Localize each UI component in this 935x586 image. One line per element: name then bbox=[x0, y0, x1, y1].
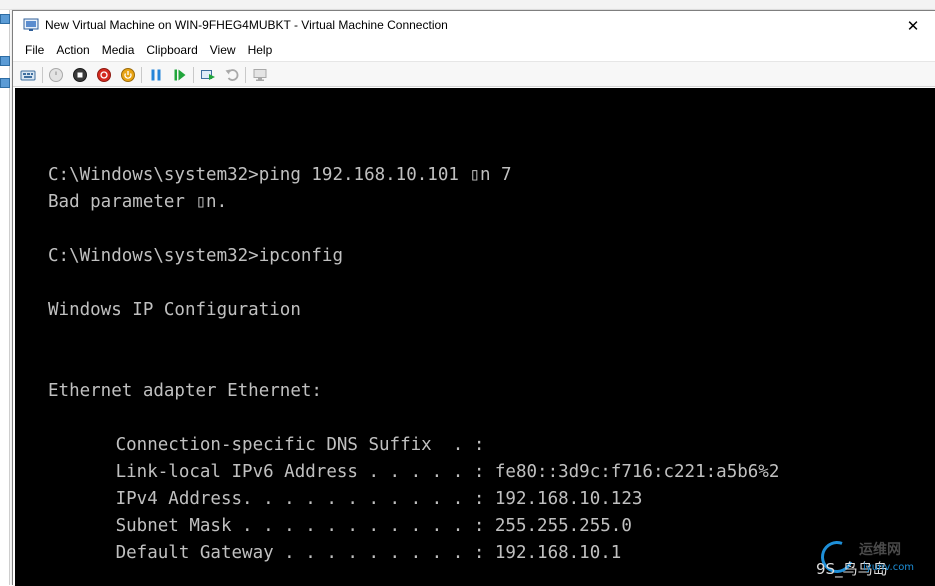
reset-button[interactable] bbox=[171, 66, 189, 84]
menu-file[interactable]: File bbox=[19, 40, 50, 61]
turn-off-icon bbox=[73, 68, 87, 82]
start-icon bbox=[49, 68, 63, 82]
toolbar-separator bbox=[42, 67, 43, 83]
console-line: Bad parameter ▯n. bbox=[48, 192, 228, 212]
menu-view[interactable]: View bbox=[204, 40, 242, 61]
background-icon bbox=[0, 56, 10, 66]
enhanced-session-icon bbox=[253, 69, 267, 81]
toolbar bbox=[13, 61, 935, 87]
ctrl-alt-del-icon bbox=[20, 70, 36, 81]
watermark-text: 运维网 bbox=[859, 542, 901, 558]
pause-icon bbox=[151, 69, 161, 81]
menu-media[interactable]: Media bbox=[96, 40, 141, 61]
menu-action[interactable]: Action bbox=[50, 40, 95, 61]
console-line: Default Gateway . . . . . . . . . : 192.… bbox=[84, 543, 622, 563]
menu-clipboard[interactable]: Clipboard bbox=[140, 40, 203, 61]
title-bar[interactable]: New Virtual Machine on WIN-9FHEG4MUBKT -… bbox=[13, 11, 935, 40]
toolbar-separator bbox=[245, 67, 246, 83]
window-title: New Virtual Machine on WIN-9FHEG4MUBKT -… bbox=[45, 18, 448, 32]
close-button[interactable]: ✕ bbox=[890, 11, 935, 40]
enhanced-session-button[interactable] bbox=[251, 66, 269, 84]
revert-button[interactable] bbox=[223, 66, 241, 84]
background-icon bbox=[0, 78, 10, 88]
toolbar-separator bbox=[141, 67, 142, 83]
shut-down-button[interactable] bbox=[95, 66, 113, 84]
save-button[interactable] bbox=[119, 66, 137, 84]
console-line: C:\Windows\system32>ipconfig bbox=[48, 246, 344, 266]
checkpoint-icon bbox=[201, 70, 215, 80]
vm-console-screen[interactable]: C:\Windows\system32>ping 192.168.10.101 … bbox=[15, 88, 935, 586]
console-line: C:\Windows\system32>ping 192.168.10.101 … bbox=[48, 165, 512, 185]
menu-help[interactable]: Help bbox=[242, 40, 279, 61]
background-window-strip bbox=[0, 0, 935, 10]
toolbar-separator bbox=[193, 67, 194, 83]
console-line: Windows IP Configuration bbox=[48, 300, 301, 320]
save-icon bbox=[121, 68, 135, 82]
watermark: 运维网 9S_鸟乌岛 iyunv.com bbox=[815, 535, 926, 583]
close-icon: ✕ bbox=[906, 17, 920, 35]
console-line: Connection-specific DNS Suffix . : bbox=[84, 435, 485, 455]
background-window-left-edge bbox=[0, 10, 10, 585]
shut-down-icon bbox=[97, 68, 111, 82]
checkpoint-button[interactable] bbox=[199, 66, 217, 84]
background-icon bbox=[0, 14, 10, 24]
watermark-text: iyunv.com bbox=[863, 562, 915, 573]
pause-button[interactable] bbox=[147, 66, 165, 84]
console-line: Link-local IPv6 Address . . . . . : fe80… bbox=[84, 462, 780, 482]
menu-bar: File Action Media Clipboard View Help bbox=[13, 40, 935, 61]
vm-connection-window: New Virtual Machine on WIN-9FHEG4MUBKT -… bbox=[12, 10, 935, 586]
ctrl-alt-del-button[interactable] bbox=[19, 66, 37, 84]
start-button[interactable] bbox=[47, 66, 65, 84]
turn-off-button[interactable] bbox=[71, 66, 89, 84]
console-line: IPv4 Address. . . . . . . . . . . : 192.… bbox=[84, 489, 643, 509]
vm-connection-app-icon bbox=[23, 18, 39, 31]
console-line: Ethernet adapter Ethernet: bbox=[48, 381, 322, 401]
revert-icon bbox=[225, 69, 239, 81]
reset-icon bbox=[174, 69, 186, 81]
console-line: Subnet Mask . . . . . . . . . . . : 255.… bbox=[84, 516, 632, 536]
